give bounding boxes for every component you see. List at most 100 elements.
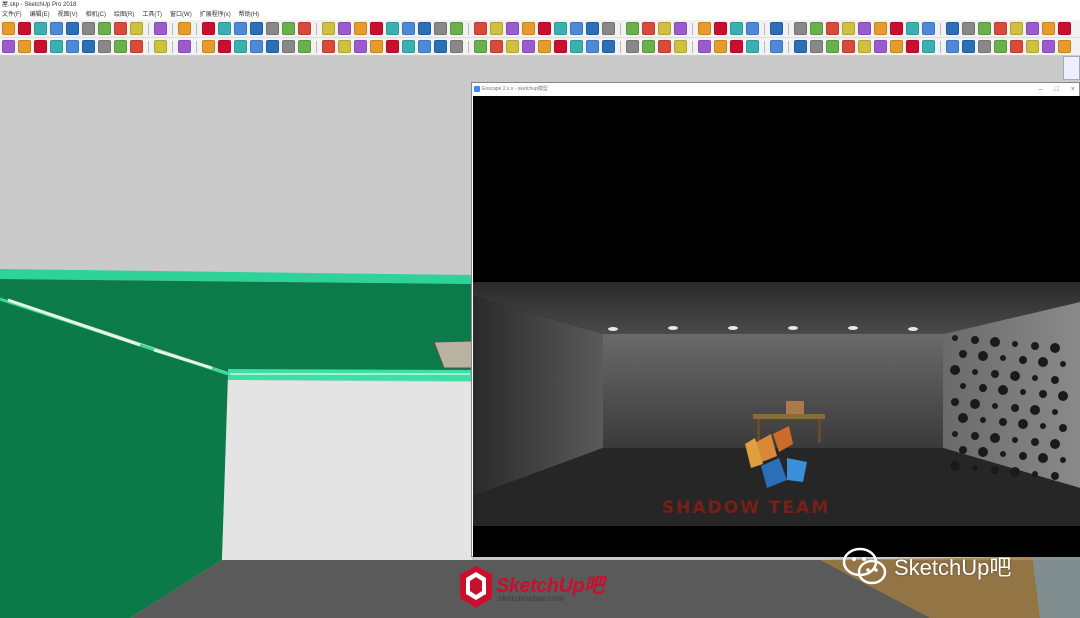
toolbar-tool-icon[interactable] bbox=[402, 40, 415, 53]
toolbar-tool-icon[interactable] bbox=[842, 22, 855, 35]
toolbar-tool-icon[interactable] bbox=[18, 22, 31, 35]
toolbar-tool-icon[interactable] bbox=[746, 40, 759, 53]
toolbar-tool-icon[interactable] bbox=[874, 40, 887, 53]
toolbar-tool-icon[interactable] bbox=[98, 40, 111, 53]
toolbar-tool-icon[interactable] bbox=[522, 22, 535, 35]
toolbar-tool-icon[interactable] bbox=[114, 22, 127, 35]
toolbar-tool-icon[interactable] bbox=[386, 40, 399, 53]
toolbar-tool-icon[interactable] bbox=[50, 40, 63, 53]
toolbar-tool-icon[interactable] bbox=[34, 22, 47, 35]
toolbar-tool-icon[interactable] bbox=[794, 22, 807, 35]
toolbar-tool-icon[interactable] bbox=[338, 40, 351, 53]
toolbar-tool-icon[interactable] bbox=[730, 40, 743, 53]
toolbar-tool-icon[interactable] bbox=[338, 22, 351, 35]
toolbar-tool-icon[interactable] bbox=[570, 40, 583, 53]
toolbar-tool-icon[interactable] bbox=[298, 40, 311, 53]
toolbar-tool-icon[interactable] bbox=[490, 22, 503, 35]
toolbar-tool-icon[interactable] bbox=[1026, 40, 1039, 53]
enscape-render-window[interactable]: Enscape 2.x.x - sketchup模型 – □ × bbox=[471, 82, 1080, 557]
toolbar-tool-icon[interactable] bbox=[1042, 40, 1055, 53]
toolbar-tool-icon[interactable] bbox=[858, 22, 871, 35]
toolbar-tool-icon[interactable] bbox=[994, 22, 1007, 35]
toolbar-tool-icon[interactable] bbox=[714, 40, 727, 53]
toolbar-tool-icon[interactable] bbox=[370, 40, 383, 53]
toolbar-tool-icon[interactable] bbox=[994, 40, 1007, 53]
toolbar-tool-icon[interactable] bbox=[322, 40, 335, 53]
menu-extensions[interactable]: 扩展程序(x) bbox=[200, 10, 231, 20]
toolbar-tool-icon[interactable] bbox=[298, 22, 311, 35]
toolbar-tool-icon[interactable] bbox=[506, 40, 519, 53]
toolbar-tool-icon[interactable] bbox=[730, 22, 743, 35]
toolbar-tool-icon[interactable] bbox=[266, 40, 279, 53]
toolbar-tool-icon[interactable] bbox=[178, 22, 191, 35]
toolbar-tool-icon[interactable] bbox=[770, 22, 783, 35]
toolbar-tool-icon[interactable] bbox=[490, 40, 503, 53]
toolbar-tool-icon[interactable] bbox=[82, 22, 95, 35]
toolbar-tool-icon[interactable] bbox=[2, 22, 15, 35]
toolbar-tool-icon[interactable] bbox=[698, 40, 711, 53]
toolbar-tool-icon[interactable] bbox=[1058, 40, 1071, 53]
menu-camera[interactable]: 相机(C) bbox=[86, 10, 106, 20]
toolbar-tool-icon[interactable] bbox=[322, 22, 335, 35]
toolbar-tool-icon[interactable] bbox=[1058, 22, 1071, 35]
minimize-icon[interactable]: – bbox=[1039, 83, 1043, 96]
toolbar-tool-icon[interactable] bbox=[266, 22, 279, 35]
toolbar-tool-icon[interactable] bbox=[474, 40, 487, 53]
toolbar-tool-icon[interactable] bbox=[418, 22, 431, 35]
toolbar-tool-icon[interactable] bbox=[1042, 22, 1055, 35]
toolbar-tool-icon[interactable] bbox=[522, 40, 535, 53]
toolbar-tool-icon[interactable] bbox=[538, 40, 551, 53]
toolbar-tool-icon[interactable] bbox=[962, 22, 975, 35]
toolbar-tool-icon[interactable] bbox=[154, 22, 167, 35]
toolbar-tool-icon[interactable] bbox=[450, 40, 463, 53]
menu-file[interactable]: 文件(F) bbox=[2, 10, 22, 20]
toolbar-tool-icon[interactable] bbox=[66, 40, 79, 53]
close-icon[interactable]: × bbox=[1071, 83, 1075, 96]
menu-view[interactable]: 视图(V) bbox=[58, 10, 78, 20]
toolbar-tool-icon[interactable] bbox=[602, 40, 615, 53]
toolbar-tool-icon[interactable] bbox=[978, 22, 991, 35]
toolbar-tool-icon[interactable] bbox=[2, 40, 15, 53]
toolbar-tool-icon[interactable] bbox=[922, 40, 935, 53]
side-panel-tab[interactable] bbox=[1063, 56, 1080, 80]
toolbar-tool-icon[interactable] bbox=[946, 40, 959, 53]
toolbar-tool-icon[interactable] bbox=[698, 22, 711, 35]
toolbar-tool-icon[interactable] bbox=[658, 40, 671, 53]
toolbar-tool-icon[interactable] bbox=[282, 22, 295, 35]
toolbar-tool-icon[interactable] bbox=[602, 22, 615, 35]
toolbar-tool-icon[interactable] bbox=[626, 22, 639, 35]
toolbar-tool-icon[interactable] bbox=[18, 40, 31, 53]
maximize-icon[interactable]: □ bbox=[1055, 83, 1059, 96]
toolbar-tool-icon[interactable] bbox=[98, 22, 111, 35]
toolbar-tool-icon[interactable] bbox=[906, 22, 919, 35]
menu-draw[interactable]: 绘图(R) bbox=[114, 10, 134, 20]
toolbar-tool-icon[interactable] bbox=[250, 40, 263, 53]
toolbar-tool-icon[interactable] bbox=[66, 22, 79, 35]
toolbar-tool-icon[interactable] bbox=[586, 40, 599, 53]
toolbar-tool-icon[interactable] bbox=[674, 40, 687, 53]
toolbar-tool-icon[interactable] bbox=[570, 22, 583, 35]
menu-tools[interactable]: 工具(T) bbox=[142, 10, 162, 20]
render-canvas[interactable] bbox=[473, 96, 1080, 557]
toolbar-tool-icon[interactable] bbox=[234, 22, 247, 35]
toolbar-tool-icon[interactable] bbox=[658, 22, 671, 35]
toolbar-tool-icon[interactable] bbox=[962, 40, 975, 53]
toolbar-tool-icon[interactable] bbox=[202, 22, 215, 35]
toolbar-tool-icon[interactable] bbox=[178, 40, 191, 53]
toolbar-tool-icon[interactable] bbox=[794, 40, 807, 53]
toolbar-tool-icon[interactable] bbox=[1010, 40, 1023, 53]
toolbar-tool-icon[interactable] bbox=[770, 40, 783, 53]
toolbar-tool-icon[interactable] bbox=[402, 22, 415, 35]
toolbar-tool-icon[interactable] bbox=[1010, 22, 1023, 35]
toolbar-tool-icon[interactable] bbox=[154, 40, 167, 53]
toolbar-tool-icon[interactable] bbox=[130, 22, 143, 35]
toolbar-tool-icon[interactable] bbox=[858, 40, 871, 53]
toolbar-tool-icon[interactable] bbox=[202, 40, 215, 53]
toolbar-tool-icon[interactable] bbox=[922, 22, 935, 35]
toolbar-tool-icon[interactable] bbox=[418, 40, 431, 53]
toolbar-tool-icon[interactable] bbox=[370, 22, 383, 35]
toolbar-tool-icon[interactable] bbox=[946, 22, 959, 35]
toolbar-tool-icon[interactable] bbox=[282, 40, 295, 53]
toolbar-tool-icon[interactable] bbox=[810, 22, 823, 35]
menu-edit[interactable]: 编辑(E) bbox=[30, 10, 50, 20]
